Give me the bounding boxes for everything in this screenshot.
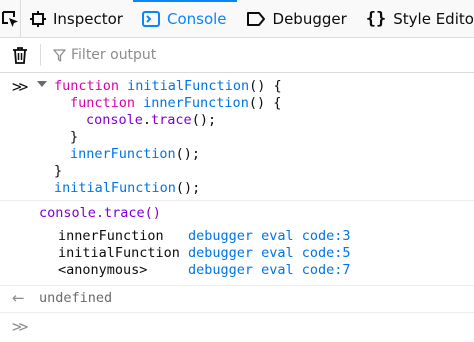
code-line: function innerFunction() { — [70, 95, 282, 111]
trace-frame-function: initialFunction — [58, 245, 180, 261]
console-filter-bar: Filter output — [0, 38, 474, 73]
filter-separator — [40, 44, 41, 66]
console-input[interactable]: >> — [0, 313, 474, 342]
trace-frame-function: <anonymous> — [58, 262, 148, 278]
trace-header: console.trace() — [39, 205, 161, 221]
element-picker-icon — [2, 10, 18, 27]
collapse-arrow-icon[interactable] — [37, 81, 47, 87]
trace-frame-location[interactable]: debugger eval code:7 — [188, 262, 351, 279]
inspector-icon — [30, 10, 46, 27]
tab-inspector-label: Inspector — [53, 9, 123, 28]
trace-frame-location[interactable]: debugger eval code:5 — [188, 245, 351, 262]
result-arrow-icon: ← — [12, 289, 25, 307]
prompt-chevron-icon: >> — [12, 317, 28, 336]
element-picker-button[interactable] — [0, 0, 21, 37]
tab-debugger-label: Debugger — [272, 9, 347, 28]
clear-console-button[interactable] — [0, 46, 40, 64]
result-value: undefined — [39, 290, 113, 306]
console-trace-message: console.trace() innerFunction debugger e… — [0, 201, 474, 285]
devtools-toolbar: Inspector Console Debugger {} Style Edit… — [0, 0, 474, 38]
code-line: innerFunction(); — [70, 146, 201, 162]
tab-debugger[interactable]: Debugger — [237, 0, 357, 37]
tab-console[interactable]: Console — [132, 0, 237, 37]
console-input-message: >> function initialFunction() { function… — [0, 73, 474, 199]
console-result-message: ← undefined — [0, 286, 474, 312]
trace-frame-location[interactable]: debugger eval code:3 — [188, 228, 351, 245]
input-chevron-icon: >> — [12, 77, 28, 96]
trash-icon — [13, 47, 27, 64]
filter-icon — [53, 48, 66, 62]
filter-input[interactable]: Filter output — [53, 47, 156, 63]
code-line: initialFunction(); — [54, 180, 201, 196]
console-icon — [141, 10, 160, 27]
code-line: console.trace(); — [86, 112, 217, 128]
debugger-icon — [246, 11, 266, 27]
code-line: } — [70, 129, 79, 145]
tab-style-editor-label: Style Editor — [393, 9, 474, 28]
tab-inspector[interactable]: Inspector — [21, 0, 133, 37]
tab-style-editor[interactable]: {} Style Editor — [357, 0, 474, 37]
code-line: function initialFunction() { — [54, 78, 282, 94]
tab-console-label: Console — [166, 9, 227, 28]
filter-placeholder: Filter output — [71, 47, 157, 63]
code-line: } — [54, 163, 63, 179]
style-editor-icon: {} — [365, 8, 387, 29]
trace-frame-function: innerFunction — [58, 228, 164, 244]
